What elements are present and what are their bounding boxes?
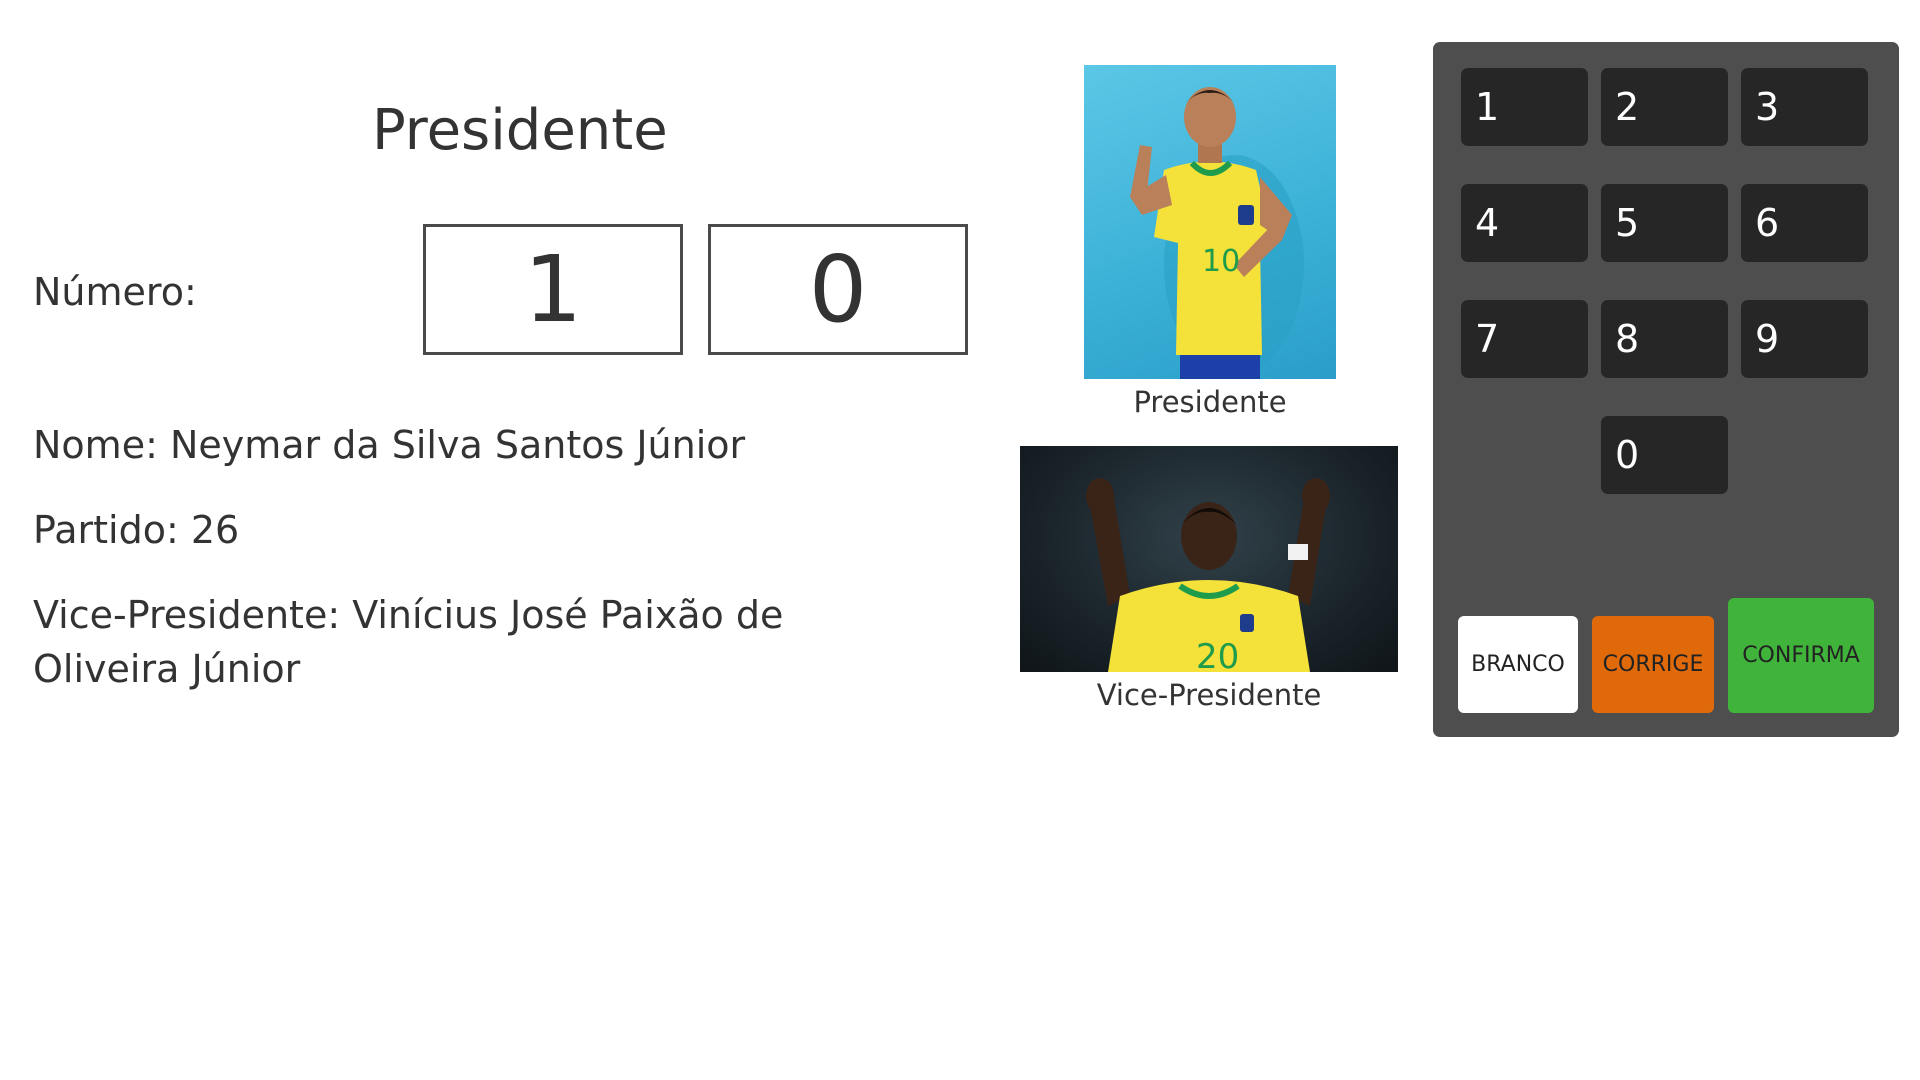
voting-screen: Presidente Número: 1 0 Nome: Neymar da S… — [0, 0, 1920, 1080]
key-3[interactable]: 3 — [1741, 68, 1868, 146]
corrige-button[interactable]: CORRIGE — [1592, 616, 1714, 713]
branco-button[interactable]: BRANCO — [1458, 616, 1578, 713]
numero-label: Número: — [33, 270, 197, 314]
key-9[interactable]: 9 — [1741, 300, 1868, 378]
key-5[interactable]: 5 — [1601, 184, 1728, 262]
vice-president-photo: 20 — [1020, 446, 1398, 672]
key-0[interactable]: 0 — [1601, 416, 1728, 494]
key-6[interactable]: 6 — [1741, 184, 1868, 262]
vice-president-name: Vice-Presidente: Vinícius José Paixão de… — [33, 593, 784, 691]
president-photo-caption: Presidente — [1133, 385, 1287, 419]
vice-president-player-illustration: 20 — [1086, 478, 1330, 672]
digit-box-2: 0 — [708, 224, 968, 355]
president-photo: 10 — [1084, 65, 1336, 379]
president-player-illustration: 10 — [1130, 87, 1304, 379]
confirma-button[interactable]: CONFIRMA — [1728, 598, 1874, 713]
candidate-party: Partido: 26 — [33, 508, 240, 552]
vice-president-photo-caption: Vice-Presidente — [1096, 678, 1322, 712]
voting-keypad: 1 2 3 4 5 6 7 8 9 0 BRANCO CORRIGE CONFI… — [1433, 42, 1899, 737]
digit-box-1: 1 — [423, 224, 683, 355]
role-title: Presidente — [372, 98, 668, 163]
key-2[interactable]: 2 — [1601, 68, 1728, 146]
president-photo-card: 10 Presidente — [1084, 65, 1336, 419]
svg-text:10: 10 — [1202, 244, 1240, 279]
candidate-name: Nome: Neymar da Silva Santos Júnior — [33, 423, 746, 467]
svg-text:20: 20 — [1196, 637, 1239, 672]
key-1[interactable]: 1 — [1461, 68, 1588, 146]
key-4[interactable]: 4 — [1461, 184, 1588, 262]
key-7[interactable]: 7 — [1461, 300, 1588, 378]
vice-president-photo-card: 20 Vice-Presidente — [1020, 446, 1398, 712]
key-8[interactable]: 8 — [1601, 300, 1728, 378]
